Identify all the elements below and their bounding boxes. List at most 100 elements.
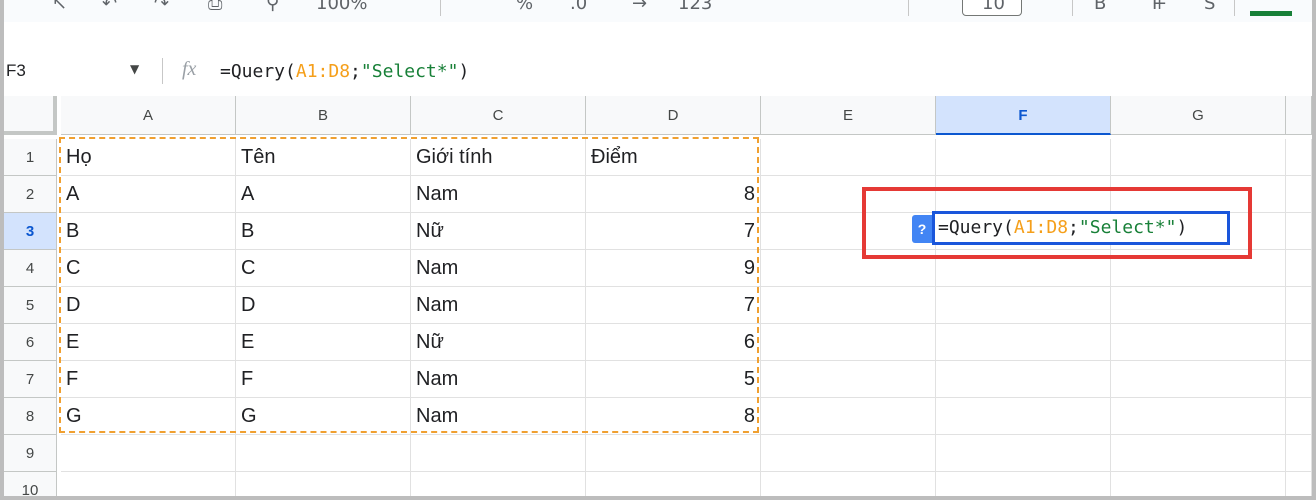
cell-f2[interactable] [936, 176, 1111, 213]
cell-c3[interactable]: Nữ [411, 213, 586, 250]
cell-d5[interactable]: 7 [586, 287, 761, 324]
cell-c2[interactable]: Nam [411, 176, 586, 213]
cell-b7[interactable]: F [236, 361, 411, 398]
cell-d1[interactable]: Điểm [586, 139, 761, 176]
cell-f10[interactable] [936, 472, 1111, 500]
name-box[interactable]: F3 [6, 61, 26, 81]
cell-d6[interactable]: 6 [586, 324, 761, 361]
cell-g6[interactable] [1111, 324, 1286, 361]
cell-a9[interactable] [61, 435, 236, 472]
percent-icon[interactable]: % [516, 0, 533, 14]
number-format-icon[interactable]: 123 [678, 0, 712, 14]
row-header-7[interactable]: 7 [4, 361, 57, 398]
cell-c10[interactable] [411, 472, 586, 500]
row-header-1[interactable]: 1 [4, 139, 57, 176]
cell-f7[interactable] [936, 361, 1111, 398]
cell-b2[interactable]: A [236, 176, 411, 213]
column-header-c[interactable]: C [411, 96, 586, 135]
cell-e1[interactable] [761, 139, 936, 176]
paint-format-icon[interactable]: ⚲ [266, 0, 279, 14]
cell-a6[interactable]: E [61, 324, 236, 361]
zoom-label[interactable]: 100% [316, 0, 367, 14]
cell-e10[interactable] [761, 472, 936, 500]
cell-g9[interactable] [1111, 435, 1286, 472]
cell-e2[interactable] [761, 176, 936, 213]
column-header-f[interactable]: F [936, 96, 1111, 135]
cell-c5[interactable]: Nam [411, 287, 586, 324]
cell-c6[interactable]: Nữ [411, 324, 586, 361]
cell-e7[interactable] [761, 361, 936, 398]
cell-a4[interactable]: C [61, 250, 236, 287]
cell-c1[interactable]: Giới tính [411, 139, 586, 176]
cell-f5[interactable] [936, 287, 1111, 324]
cell-e5[interactable] [761, 287, 936, 324]
italic-icon[interactable]: I [1152, 0, 1157, 14]
text-color-indicator[interactable] [1250, 11, 1292, 16]
cell-f1[interactable] [936, 139, 1111, 176]
cell-a1[interactable]: Họ [61, 139, 236, 176]
cell-g7[interactable] [1111, 361, 1286, 398]
cell-b4[interactable]: C [236, 250, 411, 287]
cell-d7[interactable]: 5 [586, 361, 761, 398]
cursor-icon[interactable]: ↖ [52, 0, 67, 14]
cell-g8[interactable] [1111, 398, 1286, 435]
font-size-value[interactable]: 10 [982, 0, 1005, 14]
column-header-b[interactable]: B [236, 96, 411, 135]
cell-f6[interactable] [936, 324, 1111, 361]
cell-g1[interactable] [1111, 139, 1286, 176]
cell-f4[interactable] [936, 250, 1111, 287]
redo-icon[interactable]: ↷ [154, 0, 169, 14]
cell-e3[interactable] [761, 213, 936, 250]
cell-b9[interactable] [236, 435, 411, 472]
cell-c7[interactable]: Nam [411, 361, 586, 398]
cell-e4[interactable] [761, 250, 936, 287]
cell-d10[interactable] [586, 472, 761, 500]
cell-e8[interactable] [761, 398, 936, 435]
cell-d9[interactable] [586, 435, 761, 472]
cell-c9[interactable] [411, 435, 586, 472]
cell-d8[interactable]: 8 [586, 398, 761, 435]
column-header-g[interactable]: G [1111, 96, 1286, 135]
print-icon[interactable]: ⎙ [208, 0, 222, 14]
cell-g4[interactable] [1111, 250, 1286, 287]
cell-b6[interactable]: E [236, 324, 411, 361]
cell-d3[interactable]: 7 [586, 213, 761, 250]
row-header-4[interactable]: 4 [4, 250, 57, 287]
cell-c8[interactable]: Nam [411, 398, 586, 435]
select-all-corner[interactable] [4, 96, 57, 135]
row-header-2[interactable]: 2 [4, 176, 57, 213]
row-header-8[interactable]: 8 [4, 398, 57, 435]
cell-a10[interactable] [61, 472, 236, 500]
cell-e6[interactable] [761, 324, 936, 361]
row-header-10[interactable]: 10 [4, 472, 57, 500]
cell-c4[interactable]: Nam [411, 250, 586, 287]
formula-help-icon[interactable]: ? [912, 215, 932, 243]
decimal-icon[interactable]: .0 [570, 0, 587, 14]
row-header-6[interactable]: 6 [4, 324, 57, 361]
column-header-d[interactable]: D [586, 96, 761, 135]
bold-icon[interactable]: B [1094, 0, 1106, 14]
cell-g5[interactable] [1111, 287, 1286, 324]
cell-a8[interactable]: G [61, 398, 236, 435]
cell-b1[interactable]: Tên [236, 139, 411, 176]
cell-d4[interactable]: 9 [586, 250, 761, 287]
column-header-a[interactable]: A [61, 96, 236, 135]
cell-b3[interactable]: B [236, 213, 411, 250]
undo-icon[interactable]: ↶ [102, 0, 117, 14]
cell-b5[interactable]: D [236, 287, 411, 324]
formula-input[interactable]: =Query(A1:D8;"Select*") [220, 61, 469, 82]
cell-b10[interactable] [236, 472, 411, 500]
column-header-e[interactable]: E [761, 96, 936, 135]
chevron-down-icon[interactable]: ▼ [130, 62, 139, 76]
cell-b8[interactable]: G [236, 398, 411, 435]
cell-g2[interactable] [1111, 176, 1286, 213]
increase-decimal-icon[interactable]: → [632, 0, 647, 14]
cell-a3[interactable]: B [61, 213, 236, 250]
cell-f8[interactable] [936, 398, 1111, 435]
strikethrough-icon[interactable]: S [1204, 0, 1215, 14]
cell-d2[interactable]: 8 [586, 176, 761, 213]
cell-a7[interactable]: F [61, 361, 236, 398]
row-header-9[interactable]: 9 [4, 435, 57, 472]
row-header-5[interactable]: 5 [4, 287, 57, 324]
cell-a2[interactable]: A [61, 176, 236, 213]
